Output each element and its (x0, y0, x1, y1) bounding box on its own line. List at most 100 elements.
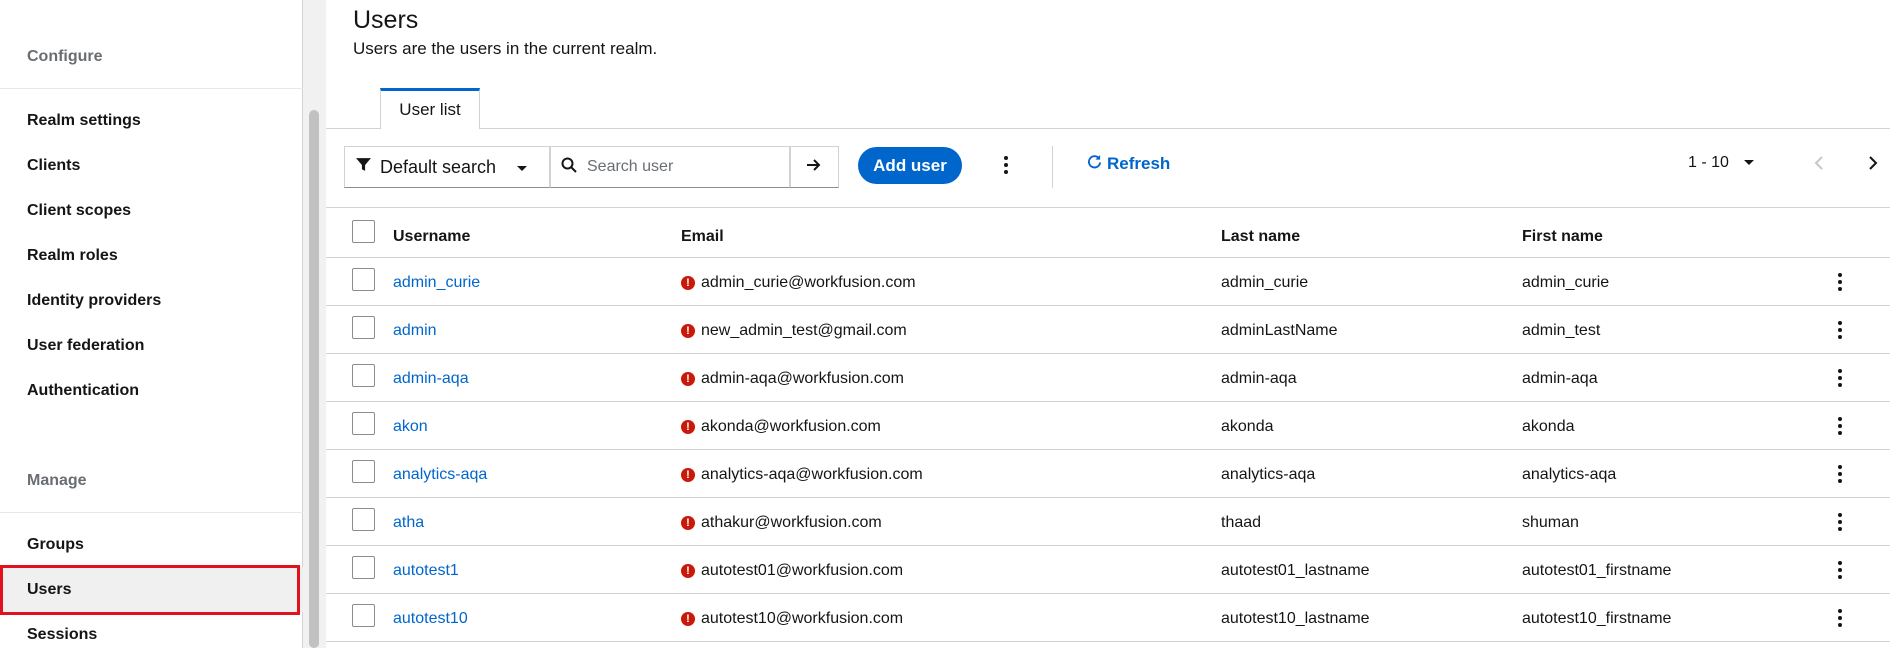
row-checkbox[interactable] (352, 364, 375, 387)
caret-down-icon (516, 157, 528, 178)
row-actions-kebab-icon[interactable] (1830, 414, 1850, 438)
sidebar-item-realm-settings[interactable]: Realm settings (0, 98, 303, 143)
sidebar-item-sessions[interactable]: Sessions (0, 612, 303, 657)
search-submit-button[interactable] (789, 146, 839, 188)
row-checkbox[interactable] (352, 268, 375, 291)
add-user-button[interactable]: Add user (858, 147, 962, 184)
username-link[interactable]: analytics-aqa (393, 466, 487, 484)
filter-icon (355, 156, 372, 178)
sidebar-divider (0, 88, 303, 89)
table-row: autotest10! autotest10@workfusion.com auto… (326, 594, 1894, 642)
username-link[interactable]: autotest10 (393, 610, 468, 628)
table-row: admin_curie ! admin_curie@workfusion.com ad… (326, 258, 1894, 306)
exclamation-circle-icon: ! (681, 468, 695, 482)
chevron-right-icon (1868, 155, 1878, 175)
row-checkbox[interactable] (352, 508, 375, 531)
sidebar-scrollbar-thumb[interactable] (309, 110, 319, 648)
username-link[interactable]: admin_curie (393, 274, 480, 292)
main-content: Users Users are the users in the current… (326, 0, 1903, 648)
row-actions-kebab-icon[interactable] (1830, 318, 1850, 342)
filter-dropdown[interactable]: Default search (344, 146, 550, 188)
email-cell: ! athakur@workfusion.com (681, 514, 882, 532)
exclamation-circle-icon: ! (681, 372, 695, 386)
refresh-button[interactable]: Refresh (1087, 154, 1170, 174)
email-cell: ! new_admin_test@gmail.com (681, 322, 907, 340)
first-name-cell: admin_curie (1522, 274, 1610, 291)
pagination-label: 1 - 10 (1688, 154, 1729, 171)
previous-page-button[interactable] (1804, 150, 1834, 180)
first-name-cell: autotest10_firstname (1522, 610, 1672, 627)
sidebar-item-authentication[interactable]: Authentication (0, 368, 303, 413)
last-name-cell: admin-aqa (1221, 370, 1297, 387)
sidebar-item-clients[interactable]: Clients (0, 143, 303, 188)
row-actions-kebab-icon[interactable] (1830, 558, 1850, 582)
sidebar-item-identity-providers[interactable]: Identity providers (0, 278, 303, 323)
sidebar: Configure Realm settings Clients Client … (0, 0, 303, 648)
table-row: admin-aqa! admin-aqa@workfusion.com admin-… (326, 354, 1894, 402)
sidebar-item-groups[interactable]: Groups (0, 522, 303, 567)
first-name-cell: akonda (1522, 418, 1575, 435)
first-name-cell: admin_test (1522, 322, 1601, 339)
username-link[interactable]: autotest1 (393, 562, 459, 580)
row-checkbox[interactable] (352, 604, 375, 627)
last-name-cell: autotest01_lastname (1221, 562, 1370, 579)
email-cell: ! autotest01@workfusion.com (681, 562, 903, 580)
arrow-right-icon (806, 158, 822, 177)
email-cell: ! autotest10@workfusion.com (681, 610, 903, 628)
exclamation-circle-icon: ! (681, 564, 695, 578)
toolbar-kebab-icon[interactable] (996, 152, 1016, 178)
row-actions-kebab-icon[interactable] (1830, 462, 1850, 486)
email-value: admin-aqa@workfusion.com (701, 370, 904, 387)
chevron-left-icon (1814, 155, 1824, 175)
username-link[interactable]: atha (393, 514, 424, 532)
email-value: autotest01@workfusion.com (701, 562, 904, 579)
email-cell: ! admin_curie@workfusion.com (681, 274, 916, 292)
page-scrollbar[interactable] (1890, 0, 1903, 648)
last-name-cell: autotest10_lastname (1221, 610, 1370, 627)
row-checkbox[interactable] (352, 460, 375, 483)
row-checkbox[interactable] (352, 556, 375, 579)
sidebar-item-realm-roles[interactable]: Realm roles (0, 233, 303, 278)
search-input[interactable] (587, 158, 777, 176)
username-link[interactable]: admin-aqa (393, 370, 469, 388)
email-value: akonda@workfusion.com (701, 418, 881, 435)
row-actions-kebab-icon[interactable] (1830, 606, 1850, 630)
row-checkbox[interactable] (352, 316, 375, 339)
page-title: Users (353, 6, 419, 34)
toolbar-divider (326, 207, 1894, 208)
active-item-highlight (0, 565, 300, 615)
table-row: atha! athakur@workfusion.com thaad shuman (326, 498, 1894, 546)
column-header-last-name: Last name (1221, 228, 1301, 245)
username-link[interactable]: admin (393, 322, 437, 340)
search-box (550, 146, 791, 188)
toolbar-separator (1052, 146, 1053, 188)
email-value: new_admin_test@gmail.com (701, 322, 907, 339)
first-name-cell: autotest01_firstname (1522, 562, 1672, 579)
username-link[interactable]: akon (393, 418, 428, 436)
select-all-checkbox[interactable] (352, 220, 375, 243)
exclamation-circle-icon: ! (681, 276, 695, 290)
pagination-dropdown[interactable]: 1 - 10 (1688, 154, 1755, 172)
column-header-first-name: First name (1522, 228, 1603, 245)
first-name-cell: analytics-aqa (1522, 466, 1617, 483)
column-header-username[interactable]: Username (393, 228, 470, 246)
table-row: autotest1! autotest01@workfusion.com autot… (326, 546, 1894, 594)
exclamation-circle-icon: ! (681, 612, 695, 626)
email-value: autotest10@workfusion.com (701, 610, 904, 627)
sidebar-item-user-federation[interactable]: User federation (0, 323, 303, 368)
email-cell: ! analytics-aqa@workfusion.com (681, 466, 923, 484)
last-name-cell: akonda (1221, 418, 1274, 435)
row-actions-kebab-icon[interactable] (1830, 510, 1850, 534)
row-actions-kebab-icon[interactable] (1830, 366, 1850, 390)
tab-user-list[interactable]: User list (380, 88, 480, 129)
sidebar-item-client-scopes[interactable]: Client scopes (0, 188, 303, 233)
tabs-divider (326, 128, 1894, 129)
sidebar-section-manage: Manage (27, 472, 87, 489)
next-page-button[interactable] (1858, 150, 1888, 180)
row-actions-kebab-icon[interactable] (1830, 270, 1850, 294)
table-row: analytics-aqa ! analytics-aqa@workfusion.c… (326, 450, 1894, 498)
exclamation-circle-icon: ! (681, 516, 695, 530)
table-header: Username Email Last name First name (326, 216, 1894, 258)
row-checkbox[interactable] (352, 412, 375, 435)
exclamation-circle-icon: ! (681, 324, 695, 338)
